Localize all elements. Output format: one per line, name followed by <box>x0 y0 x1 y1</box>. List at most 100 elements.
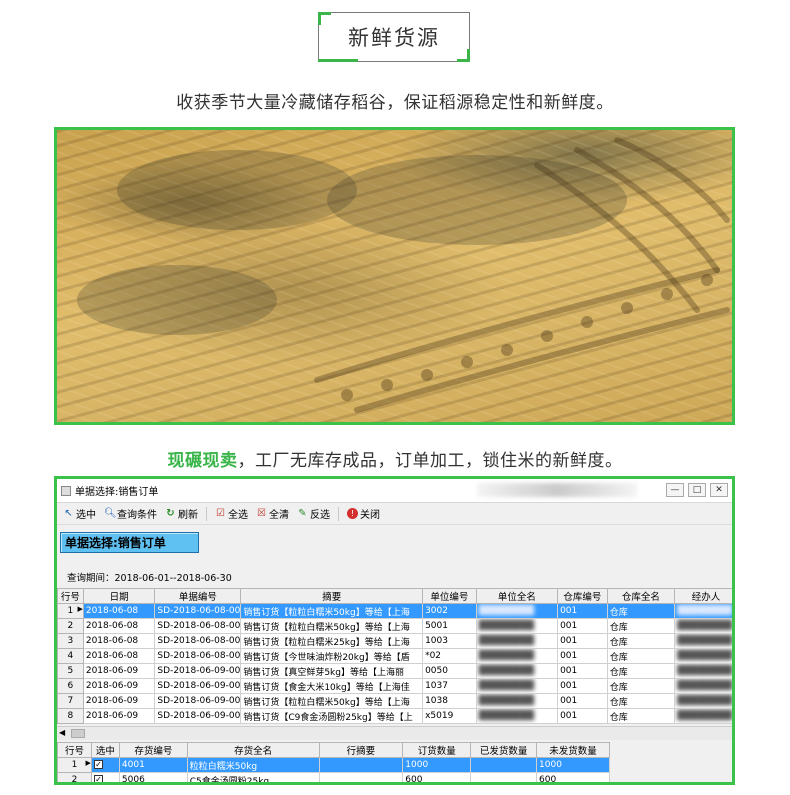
table-cell[interactable]: C5食金汤圆粉25kg <box>186 772 320 782</box>
table-cell[interactable]: 2018-06-09 <box>82 708 156 724</box>
table-cell[interactable]: 1000 <box>402 757 472 773</box>
table-cell[interactable]: 仓库 <box>606 648 676 664</box>
select-checkbox[interactable]: ✓ <box>93 775 103 782</box>
table-cell[interactable]: 600 <box>402 772 472 782</box>
table-cell[interactable]: 001 <box>557 693 608 709</box>
table-cell[interactable]: SD-2018-06-08-00 <box>154 603 242 619</box>
table-cell[interactable]: 仓库 <box>606 693 676 709</box>
table-row[interactable]: 2 2018-06-08 SD-2018-06-08-00 销售订货【粒粒白糯米50k… <box>57 618 732 634</box>
table-cell[interactable]: SD-2018-06-09-00 <box>154 693 242 709</box>
table-cell[interactable]: ████████ <box>475 633 559 649</box>
table-cell[interactable]: 2018-06-08 <box>82 603 156 619</box>
table-cell[interactable]: SD-2018-06-08-00 <box>154 648 242 664</box>
select-all-button[interactable]: ☑ 全选 <box>211 505 252 523</box>
row-number[interactable]: 6 <box>57 678 84 694</box>
table-cell[interactable]: 销售订货【食金大米10kg】等给【上海佳 <box>240 678 424 694</box>
table-cell[interactable]: 2018-06-08 <box>82 618 156 634</box>
table-cell[interactable]: ████████ <box>674 663 732 679</box>
row-number[interactable]: 7 <box>57 693 84 709</box>
table-cell[interactable]: 600 <box>536 772 610 782</box>
table-cell[interactable]: 001 <box>557 618 608 634</box>
table-row[interactable]: 6 2018-06-09 SD-2018-06-09-00 销售订货【食金大米10kg… <box>57 678 732 694</box>
col-header[interactable]: 单位编号 <box>422 588 477 604</box>
invert-select-button[interactable]: ✎ 反选 <box>293 505 334 523</box>
table-cell[interactable]: 仓库 <box>606 678 676 694</box>
col-header[interactable]: 未发货数量 <box>536 742 610 758</box>
table-row[interactable]: 3 2018-06-08 SD-2018-06-08-00 销售订货【粒粒白糯米25k… <box>57 633 732 649</box>
table-cell[interactable]: 销售订货【粒粒白糯米25kg】等给【上海 <box>240 633 424 649</box>
table-cell[interactable]: 销售订货【粒粒白糯米50kg】等给【上海 <box>240 618 424 634</box>
table-cell[interactable]: 销售订货【粒粒白糯米50kg】等给【上海 <box>240 693 424 709</box>
table-cell[interactable]: 1037 <box>422 678 477 694</box>
table-row[interactable]: 5 2018-06-09 SD-2018-06-09-00 销售订货【真空鲜芽5kg】… <box>57 663 732 679</box>
table-row[interactable]: 8 2018-06-09 SD-2018-06-09-00 销售订货【C9食金汤圆粉2… <box>57 708 732 724</box>
select-checkbox[interactable]: ✓ <box>93 760 103 769</box>
table-cell[interactable]: SD-2018-06-09-00 <box>154 678 242 694</box>
col-header[interactable]: 行号 <box>57 742 92 758</box>
table-cell[interactable]: 4001 <box>118 757 188 773</box>
row-number[interactable]: 1 <box>57 603 84 619</box>
table-cell[interactable]: *02 <box>422 648 477 664</box>
select-checkbox-cell[interactable]: ✓ <box>90 772 120 782</box>
close-button[interactable]: ! 关闭 <box>343 505 384 523</box>
table-cell[interactable]: ████████ <box>475 693 559 709</box>
table-cell[interactable]: 1000 <box>536 757 610 773</box>
table-cell[interactable]: SD-2018-06-09-00 <box>154 708 242 724</box>
table-cell[interactable]: ████████ <box>674 603 732 619</box>
table-cell[interactable] <box>318 757 404 773</box>
table-cell[interactable]: 销售订货【粒粒白糯米50kg】等给【上海 <box>240 603 424 619</box>
table-cell[interactable]: ████████ <box>674 618 732 634</box>
col-header[interactable]: 单据编号 <box>154 588 242 604</box>
table-cell[interactable]: 销售订货【真空鲜芽5kg】等给【上海丽 <box>240 663 424 679</box>
row-number[interactable]: 2 <box>57 772 92 782</box>
table-cell[interactable]: SD-2018-06-08-00 <box>154 618 242 634</box>
scroll-left-icon[interactable]: ◀ <box>59 728 65 737</box>
col-header[interactable]: 仓库全名 <box>606 588 676 604</box>
table-cell[interactable]: 001 <box>557 663 608 679</box>
table-row[interactable]: 7 2018-06-09 SD-2018-06-09-00 销售订货【粒粒白糯米50k… <box>57 693 732 709</box>
table-cell[interactable]: 2018-06-09 <box>82 678 156 694</box>
table-cell[interactable]: ████████ <box>674 633 732 649</box>
col-header[interactable]: 行号 <box>57 588 84 604</box>
table-cell[interactable]: ████████ <box>475 708 559 724</box>
table-cell[interactable]: ████████ <box>475 663 559 679</box>
table-row[interactable]: 12018-06-08SD-2018-06-08-00销售订货【粒粒白糯米50k… <box>57 603 732 619</box>
horizontal-scrollbar[interactable]: ◀ <box>57 726 732 740</box>
table-cell[interactable]: 1038 <box>422 693 477 709</box>
select-button[interactable]: ↖ 选中 <box>59 505 100 523</box>
table-row[interactable]: 4 2018-06-08 SD-2018-06-08-00 销售订货【今世味油炸粉20… <box>57 648 732 664</box>
table-cell[interactable]: ████████ <box>475 678 559 694</box>
row-number[interactable]: 2 <box>57 618 84 634</box>
table-cell[interactable]: 0050 <box>422 663 477 679</box>
table-cell[interactable]: 001 <box>557 633 608 649</box>
table-cell[interactable]: SD-2018-06-09-00 <box>154 663 242 679</box>
table-cell[interactable]: ████████ <box>674 678 732 694</box>
table-cell[interactable]: 仓库 <box>606 618 676 634</box>
table-cell[interactable]: 001 <box>557 678 608 694</box>
col-header[interactable]: 摘要 <box>240 588 424 604</box>
table-cell[interactable]: 销售订货【C9食金汤圆粉25kg】等给【上 <box>240 708 424 724</box>
table-cell[interactable]: 2018-06-08 <box>82 633 156 649</box>
close-window-button[interactable]: ✕ <box>710 483 728 497</box>
table-cell[interactable]: 2018-06-09 <box>82 663 156 679</box>
row-number[interactable]: 8 <box>57 708 84 724</box>
col-header[interactable]: 经办人 <box>674 588 732 604</box>
table-cell[interactable]: 3002 <box>422 603 477 619</box>
table-cell[interactable]: 001 <box>557 648 608 664</box>
table-cell[interactable]: x5019 <box>422 708 477 724</box>
refresh-button[interactable]: ↻ 刷新 <box>161 505 202 523</box>
col-header[interactable]: 已发货数量 <box>470 742 538 758</box>
row-number[interactable]: 1 <box>57 757 92 773</box>
table-cell[interactable]: 2018-06-09 <box>82 693 156 709</box>
scroll-thumb[interactable] <box>71 729 85 738</box>
table-cell[interactable]: 销售订货【今世味油炸粉20kg】等给【盾 <box>240 648 424 664</box>
table-cell[interactable]: ████████ <box>475 648 559 664</box>
select-checkbox-cell[interactable]: ✓ <box>90 757 120 773</box>
table-cell[interactable]: 2018-06-08 <box>82 648 156 664</box>
table-cell[interactable]: ████████ <box>674 648 732 664</box>
col-header[interactable]: 行摘要 <box>318 742 404 758</box>
table-cell[interactable]: 仓库 <box>606 663 676 679</box>
table-cell[interactable]: ████████ <box>475 618 559 634</box>
col-header[interactable]: 单位全名 <box>475 588 559 604</box>
col-header[interactable]: 存货全名 <box>186 742 320 758</box>
